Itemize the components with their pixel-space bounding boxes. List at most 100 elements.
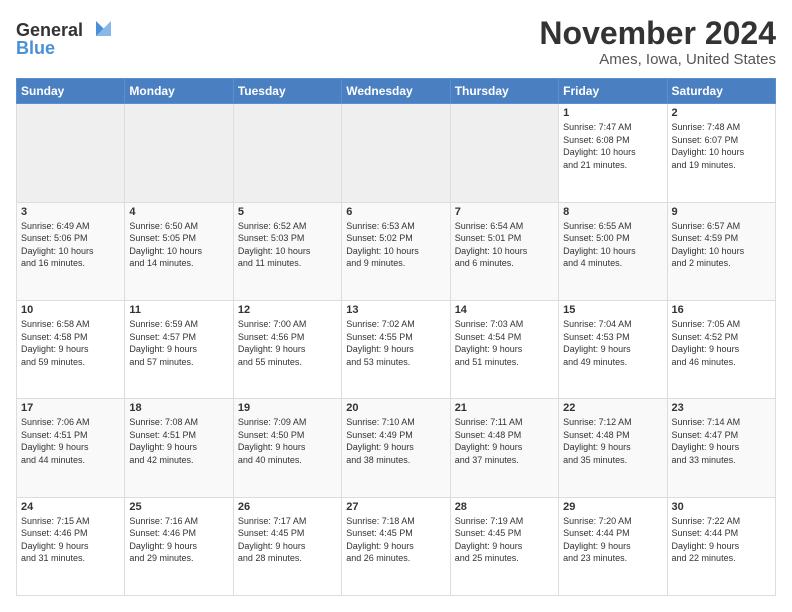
day-detail: Sunrise: 6:50 AM Sunset: 5:05 PM Dayligh… [129, 220, 228, 270]
day-detail: Sunrise: 6:59 AM Sunset: 4:57 PM Dayligh… [129, 318, 228, 368]
day-number: 7 [455, 206, 554, 218]
calendar-cell: 24 Sunrise: 7:15 AM Sunset: 4:46 PM Dayli… [17, 497, 125, 595]
logo-svg: General Blue [16, 16, 126, 61]
day-number: 11 [129, 304, 228, 316]
day-number: 1 [563, 107, 662, 119]
calendar-header-friday: Friday [559, 79, 667, 104]
day-number: 30 [672, 501, 771, 513]
calendar-header-row: SundayMondayTuesdayWednesdayThursdayFrid… [17, 79, 776, 104]
day-number: 17 [21, 402, 120, 414]
day-detail: Sunrise: 7:19 AM Sunset: 4:45 PM Dayligh… [455, 515, 554, 565]
calendar-cell: 7Sunrise: 6:54 AM Sunset: 5:01 PM Daylig… [450, 202, 558, 300]
day-detail: Sunrise: 7:16 AM Sunset: 4:46 PM Dayligh… [129, 515, 228, 565]
calendar-cell: 20 Sunrise: 7:10 AM Sunset: 4:49 PM Dayli… [342, 399, 450, 497]
day-number: 2 [672, 107, 771, 119]
day-detail: Sunrise: 7:48 AM Sunset: 6:07 PM Dayligh… [672, 121, 771, 171]
day-number: 20 [346, 402, 445, 414]
calendar-cell: 13 Sunrise: 7:02 AM Sunset: 4:55 PM Dayli… [342, 300, 450, 398]
calendar-cell: 17 Sunrise: 7:06 AM Sunset: 4:51 PM Dayli… [17, 399, 125, 497]
day-detail: Sunrise: 7:06 AM Sunset: 4:51 PM Dayligh… [21, 416, 120, 466]
day-detail: Sunrise: 7:10 AM Sunset: 4:49 PM Dayligh… [346, 416, 445, 466]
calendar-header-sunday: Sunday [17, 79, 125, 104]
calendar-cell: 8Sunrise: 6:55 AM Sunset: 5:00 PM Daylig… [559, 202, 667, 300]
day-number: 5 [238, 206, 337, 218]
calendar-cell: 5Sunrise: 6:52 AM Sunset: 5:03 PM Daylig… [233, 202, 341, 300]
calendar-cell [125, 104, 233, 202]
calendar-week-row: 24 Sunrise: 7:15 AM Sunset: 4:46 PM Dayli… [17, 497, 776, 595]
title-block: November 2024 Ames, Iowa, United States [539, 16, 776, 68]
calendar-cell: 14Sunrise: 7:03 AM Sunset: 4:54 PM Dayli… [450, 300, 558, 398]
calendar-header-thursday: Thursday [450, 79, 558, 104]
day-number: 6 [346, 206, 445, 218]
day-detail: Sunrise: 7:08 AM Sunset: 4:51 PM Dayligh… [129, 416, 228, 466]
calendar-cell: 2 Sunrise: 7:48 AM Sunset: 6:07 PM Daylig… [667, 104, 775, 202]
calendar-cell: 16 Sunrise: 7:05 AM Sunset: 4:52 PM Dayli… [667, 300, 775, 398]
calendar-cell: 1 Sunrise: 7:47 AM Sunset: 6:08 PM Daylig… [559, 104, 667, 202]
day-detail: Sunrise: 6:53 AM Sunset: 5:02 PM Dayligh… [346, 220, 445, 270]
calendar-cell: 3 Sunrise: 6:49 AM Sunset: 5:06 PM Daylig… [17, 202, 125, 300]
calendar-week-row: 17 Sunrise: 7:06 AM Sunset: 4:51 PM Dayli… [17, 399, 776, 497]
day-number: 16 [672, 304, 771, 316]
day-number: 19 [238, 402, 337, 414]
calendar-cell: 21Sunrise: 7:11 AM Sunset: 4:48 PM Dayli… [450, 399, 558, 497]
day-number: 26 [238, 501, 337, 513]
day-detail: Sunrise: 7:02 AM Sunset: 4:55 PM Dayligh… [346, 318, 445, 368]
calendar-cell: 25 Sunrise: 7:16 AM Sunset: 4:46 PM Dayli… [125, 497, 233, 595]
day-detail: Sunrise: 7:04 AM Sunset: 4:53 PM Dayligh… [563, 318, 662, 368]
calendar-cell: 26 Sunrise: 7:17 AM Sunset: 4:45 PM Dayli… [233, 497, 341, 595]
day-detail: Sunrise: 7:47 AM Sunset: 6:08 PM Dayligh… [563, 121, 662, 171]
logo: General Blue [16, 16, 126, 66]
calendar-cell: 10Sunrise: 6:58 AM Sunset: 4:58 PM Dayli… [17, 300, 125, 398]
day-detail: Sunrise: 7:15 AM Sunset: 4:46 PM Dayligh… [21, 515, 120, 565]
calendar-cell [342, 104, 450, 202]
day-number: 15 [563, 304, 662, 316]
day-number: 9 [672, 206, 771, 218]
day-number: 12 [238, 304, 337, 316]
day-detail: Sunrise: 7:05 AM Sunset: 4:52 PM Dayligh… [672, 318, 771, 368]
day-number: 18 [129, 402, 228, 414]
day-detail: Sunrise: 7:20 AM Sunset: 4:44 PM Dayligh… [563, 515, 662, 565]
day-number: 13 [346, 304, 445, 316]
day-detail: Sunrise: 6:49 AM Sunset: 5:06 PM Dayligh… [21, 220, 120, 270]
day-number: 23 [672, 402, 771, 414]
calendar-cell: 29 Sunrise: 7:20 AM Sunset: 4:44 PM Dayli… [559, 497, 667, 595]
calendar-cell: 30 Sunrise: 7:22 AM Sunset: 4:44 PM Dayli… [667, 497, 775, 595]
day-number: 4 [129, 206, 228, 218]
calendar-cell [233, 104, 341, 202]
calendar-week-row: 1 Sunrise: 7:47 AM Sunset: 6:08 PM Daylig… [17, 104, 776, 202]
svg-text:Blue: Blue [16, 38, 55, 58]
day-number: 29 [563, 501, 662, 513]
main-title: November 2024 [539, 16, 776, 51]
day-detail: Sunrise: 7:00 AM Sunset: 4:56 PM Dayligh… [238, 318, 337, 368]
calendar-cell: 12 Sunrise: 7:00 AM Sunset: 4:56 PM Dayli… [233, 300, 341, 398]
calendar-header-wednesday: Wednesday [342, 79, 450, 104]
svg-text:General: General [16, 20, 83, 40]
day-detail: Sunrise: 7:14 AM Sunset: 4:47 PM Dayligh… [672, 416, 771, 466]
day-number: 22 [563, 402, 662, 414]
calendar-cell: 15 Sunrise: 7:04 AM Sunset: 4:53 PM Dayli… [559, 300, 667, 398]
calendar-cell: 22 Sunrise: 7:12 AM Sunset: 4:48 PM Dayli… [559, 399, 667, 497]
subtitle: Ames, Iowa, United States [539, 51, 776, 68]
day-number: 10 [21, 304, 120, 316]
calendar-header-monday: Monday [125, 79, 233, 104]
calendar-cell: 27Sunrise: 7:18 AM Sunset: 4:45 PM Dayli… [342, 497, 450, 595]
day-detail: Sunrise: 6:57 AM Sunset: 4:59 PM Dayligh… [672, 220, 771, 270]
logo-content: General Blue [16, 16, 126, 66]
day-number: 3 [21, 206, 120, 218]
calendar-cell: 9 Sunrise: 6:57 AM Sunset: 4:59 PM Daylig… [667, 202, 775, 300]
calendar-cell: 11 Sunrise: 6:59 AM Sunset: 4:57 PM Dayli… [125, 300, 233, 398]
day-number: 24 [21, 501, 120, 513]
calendar-cell: 6 Sunrise: 6:53 AM Sunset: 5:02 PM Daylig… [342, 202, 450, 300]
calendar-cell: 4 Sunrise: 6:50 AM Sunset: 5:05 PM Daylig… [125, 202, 233, 300]
calendar-cell: 28 Sunrise: 7:19 AM Sunset: 4:45 PM Dayli… [450, 497, 558, 595]
calendar-header-saturday: Saturday [667, 79, 775, 104]
day-detail: Sunrise: 7:17 AM Sunset: 4:45 PM Dayligh… [238, 515, 337, 565]
day-number: 25 [129, 501, 228, 513]
day-number: 28 [455, 501, 554, 513]
day-detail: Sunrise: 7:22 AM Sunset: 4:44 PM Dayligh… [672, 515, 771, 565]
day-number: 14 [455, 304, 554, 316]
header: General Blue November 2024 Ames, Iowa, U… [16, 16, 776, 68]
calendar-cell: 19 Sunrise: 7:09 AM Sunset: 4:50 PM Dayli… [233, 399, 341, 497]
day-detail: Sunrise: 7:12 AM Sunset: 4:48 PM Dayligh… [563, 416, 662, 466]
day-detail: Sunrise: 7:09 AM Sunset: 4:50 PM Dayligh… [238, 416, 337, 466]
